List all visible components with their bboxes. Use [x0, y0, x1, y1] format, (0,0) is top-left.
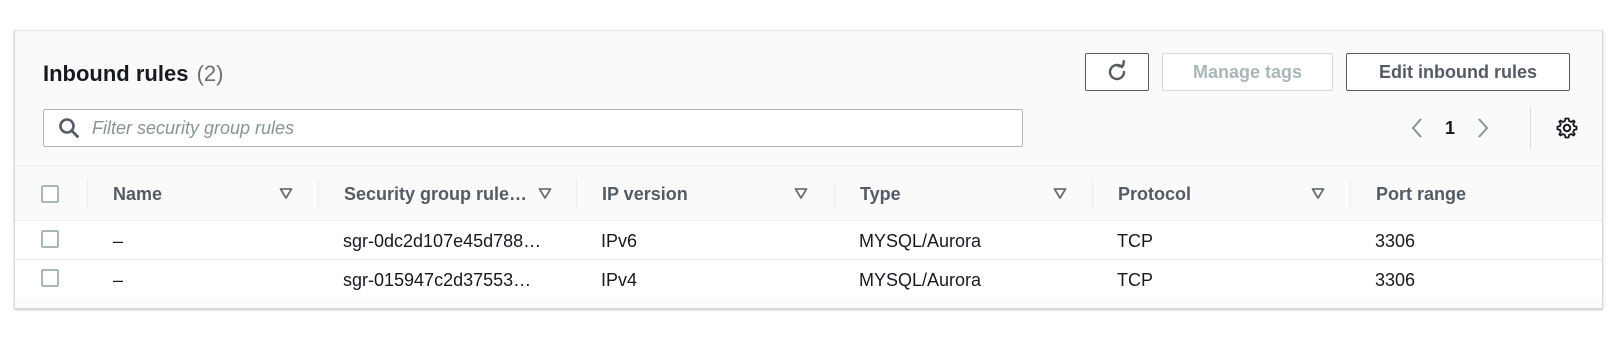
search-icon [59, 118, 79, 138]
row-checkbox[interactable] [41, 230, 59, 248]
cell-ip-version: IPv6 [601, 230, 638, 251]
table-row[interactable]: – sgr-015947c2d37553… IPv4 MYSQL/Aurora … [15, 259, 1602, 299]
sort-icon[interactable] [794, 186, 808, 200]
inbound-rules-panel: Inbound rules (2) Manage tags Edit inbou… [14, 30, 1603, 309]
edit-inbound-rules-button[interactable]: Edit inbound rules [1346, 53, 1570, 91]
column-header-name[interactable]: Name [113, 166, 318, 222]
pagination-divider [1530, 107, 1531, 149]
preferences-button[interactable] [1554, 113, 1580, 143]
cell-port-range: 3306 [1375, 230, 1416, 251]
column-divider [1350, 180, 1351, 210]
column-header-protocol[interactable]: Protocol [1118, 166, 1350, 222]
cell-name: – [113, 230, 124, 251]
column-header-port-range-label: Port range [1376, 183, 1467, 204]
next-page-button[interactable] [1473, 113, 1493, 143]
cell-type: MYSQL/Aurora [859, 230, 982, 251]
column-header-rule-id-label: Security group rule… [344, 183, 528, 204]
column-header-type-label: Type [860, 183, 901, 204]
refresh-icon [1108, 60, 1126, 81]
column-divider [87, 180, 88, 210]
manage-tags-button[interactable]: Manage tags [1162, 53, 1333, 91]
sort-icon[interactable] [279, 186, 293, 200]
column-header-ip-version[interactable]: IP version [602, 166, 834, 222]
column-header-name-label: Name [113, 183, 163, 204]
cell-protocol: TCP [1117, 269, 1153, 290]
gear-icon [1556, 117, 1578, 139]
sort-icon[interactable] [538, 186, 552, 200]
cell-name: – [113, 269, 124, 290]
cell-port-range: 3306 [1375, 269, 1416, 290]
current-page-number[interactable]: 1 [1438, 113, 1462, 143]
select-all-checkbox[interactable] [41, 185, 59, 203]
panel-title: Inbound rules (2) [43, 61, 223, 87]
column-divider [318, 180, 319, 210]
cell-type: MYSQL/Aurora [859, 269, 982, 290]
column-divider [1092, 180, 1093, 210]
cell-rule-id: sgr-015947c2d37553… [343, 269, 532, 290]
previous-page-button[interactable] [1407, 113, 1427, 143]
sort-icon[interactable] [1311, 186, 1325, 200]
table-header: Name Security group rule… IP version Typ… [15, 166, 1602, 222]
refresh-button[interactable] [1085, 53, 1149, 91]
row-checkbox[interactable] [41, 269, 59, 287]
column-header-protocol-label: Protocol [1118, 183, 1192, 204]
column-header-port-range[interactable]: Port range [1376, 166, 1576, 222]
column-header-type[interactable]: Type [860, 166, 1092, 222]
chevron-right-icon [1478, 118, 1489, 138]
column-header-ip-version-label: IP version [602, 183, 688, 204]
cell-ip-version: IPv4 [601, 269, 638, 290]
filter-input[interactable] [90, 116, 1022, 140]
column-header-rule-id[interactable]: Security group rule… [344, 166, 576, 222]
chevron-left-icon [1411, 118, 1422, 138]
cell-protocol: TCP [1117, 230, 1153, 251]
column-divider [834, 180, 835, 210]
column-divider [576, 180, 577, 210]
cell-rule-id: sgr-0dc2d107e45d788… [343, 230, 542, 251]
rule-count: (2) [196, 61, 224, 86]
sort-icon[interactable] [1053, 186, 1067, 200]
filter-search-box[interactable] [43, 109, 1023, 147]
panel-title-text: Inbound rules [43, 61, 189, 86]
table-row[interactable]: – sgr-0dc2d107e45d788… IPv6 MYSQL/Aurora… [15, 220, 1602, 260]
